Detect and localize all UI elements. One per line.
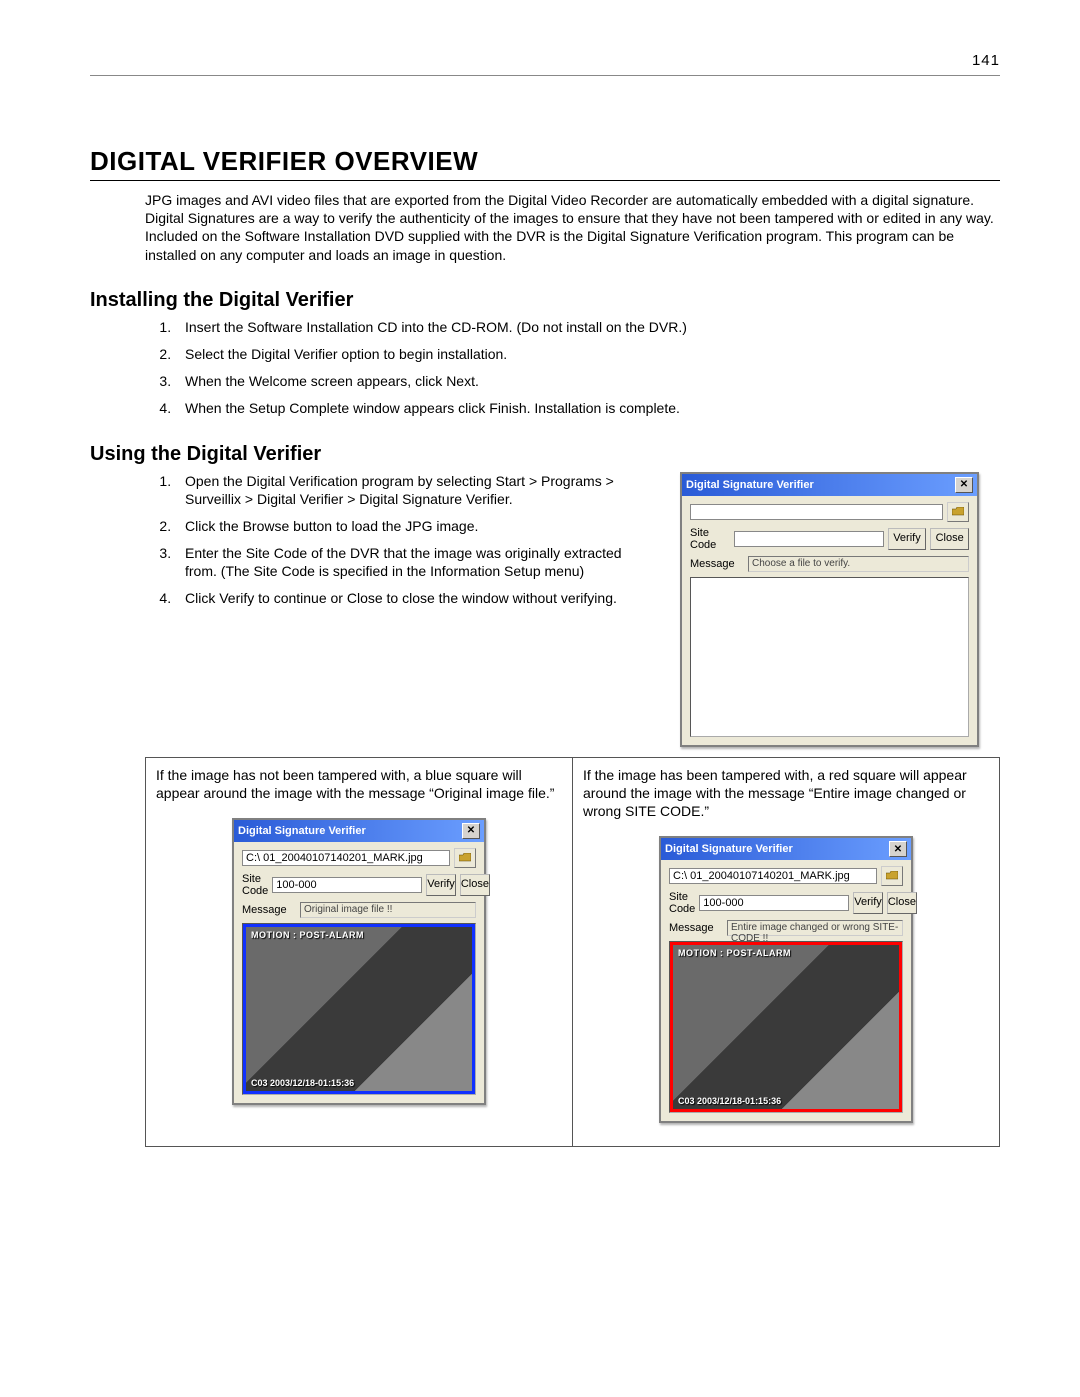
sitecode-input[interactable] xyxy=(272,877,422,893)
intro-paragraph: JPG images and AVI video files that are … xyxy=(145,191,1000,264)
title-underline xyxy=(90,180,1000,181)
sitecode-input[interactable] xyxy=(699,895,849,911)
browse-button[interactable] xyxy=(881,866,903,886)
list-item: Enter the Site Code of the DVR that the … xyxy=(175,544,650,580)
verifier-dialog-empty: Digital Signature Verifier ✕ Site Code V… xyxy=(680,472,979,747)
list-item: Click Verify to continue or Close to clo… xyxy=(175,589,650,607)
close-icon[interactable]: ✕ xyxy=(889,841,907,857)
list-item: When the Welcome screen appears, click N… xyxy=(175,372,1000,390)
using-steps-list: Open the Digital Verification program by… xyxy=(145,472,650,608)
verify-button[interactable]: Verify xyxy=(426,874,456,896)
file-path-input[interactable] xyxy=(242,850,450,866)
sitecode-label: Site Code xyxy=(690,527,730,551)
list-item: Select the Digital Verifier option to be… xyxy=(175,345,1000,363)
list-item: Click the Browse button to load the JPG … xyxy=(175,517,650,535)
heading-install: Installing the Digital Verifier xyxy=(90,289,1000,312)
close-button[interactable]: Close xyxy=(930,528,969,550)
message-label: Message xyxy=(690,558,744,570)
overlay-top: MOTION : POST-ALARM xyxy=(251,930,364,940)
verify-button[interactable]: Verify xyxy=(853,892,883,914)
bad-caption: If the image has been tampered with, a r… xyxy=(583,766,989,821)
message-box: Choose a file to verify. xyxy=(748,556,969,572)
list-item: Insert the Software Installation CD into… xyxy=(175,318,1000,336)
install-steps-list: Insert the Software Installation CD into… xyxy=(145,318,1000,418)
dialog-title: Digital Signature Verifier xyxy=(686,479,814,491)
close-icon[interactable]: ✕ xyxy=(462,823,480,839)
overlay-bottom: C03 2003/12/18-01:15:36 xyxy=(678,1096,781,1106)
header-rule xyxy=(90,75,1000,76)
dialog-title: Digital Signature Verifier xyxy=(238,825,366,837)
ok-caption: If the image has not been tampered with,… xyxy=(156,766,562,802)
verifier-dialog-ok: Digital Signature Verifier ✕ xyxy=(232,818,486,1105)
overlay-bottom: C03 2003/12/18-01:15:36 xyxy=(251,1078,354,1088)
sitecode-input[interactable] xyxy=(734,531,884,547)
close-button[interactable]: Close xyxy=(460,874,490,896)
heading-using: Using the Digital Verifier xyxy=(90,443,1000,466)
message-label: Message xyxy=(669,922,723,934)
dialog-title: Digital Signature Verifier xyxy=(665,843,793,855)
list-item: Open the Digital Verification program by… xyxy=(175,472,650,508)
preview-area-empty xyxy=(690,577,969,737)
sitecode-label: Site Code xyxy=(669,891,695,915)
file-path-input[interactable] xyxy=(690,504,943,520)
file-path-input[interactable] xyxy=(669,868,877,884)
page-title: DIGITAL VERIFIER OVERVIEW xyxy=(90,146,1000,177)
message-box: Original image file !! xyxy=(300,902,476,918)
browse-button[interactable] xyxy=(947,502,969,522)
message-label: Message xyxy=(242,904,296,916)
preview-image-bad: MOTION : POST-ALARM C03 2003/12/18-01:15… xyxy=(670,942,902,1112)
sitecode-label: Site Code xyxy=(242,873,268,897)
preview-image-ok: MOTION : POST-ALARM C03 2003/12/18-01:15… xyxy=(243,924,475,1094)
page-number: 141 xyxy=(972,52,1000,69)
browse-button[interactable] xyxy=(454,848,476,868)
list-item: When the Setup Complete window appears c… xyxy=(175,399,1000,417)
verifier-dialog-bad: Digital Signature Verifier ✕ xyxy=(659,836,913,1123)
close-icon[interactable]: ✕ xyxy=(955,477,973,493)
close-button[interactable]: Close xyxy=(887,892,917,914)
verify-button[interactable]: Verify xyxy=(888,528,927,550)
overlay-top: MOTION : POST-ALARM xyxy=(678,948,791,958)
message-box: Entire image changed or wrong SITE-CODE … xyxy=(727,920,903,936)
comparison-table: If the image has not been tampered with,… xyxy=(145,757,1000,1148)
